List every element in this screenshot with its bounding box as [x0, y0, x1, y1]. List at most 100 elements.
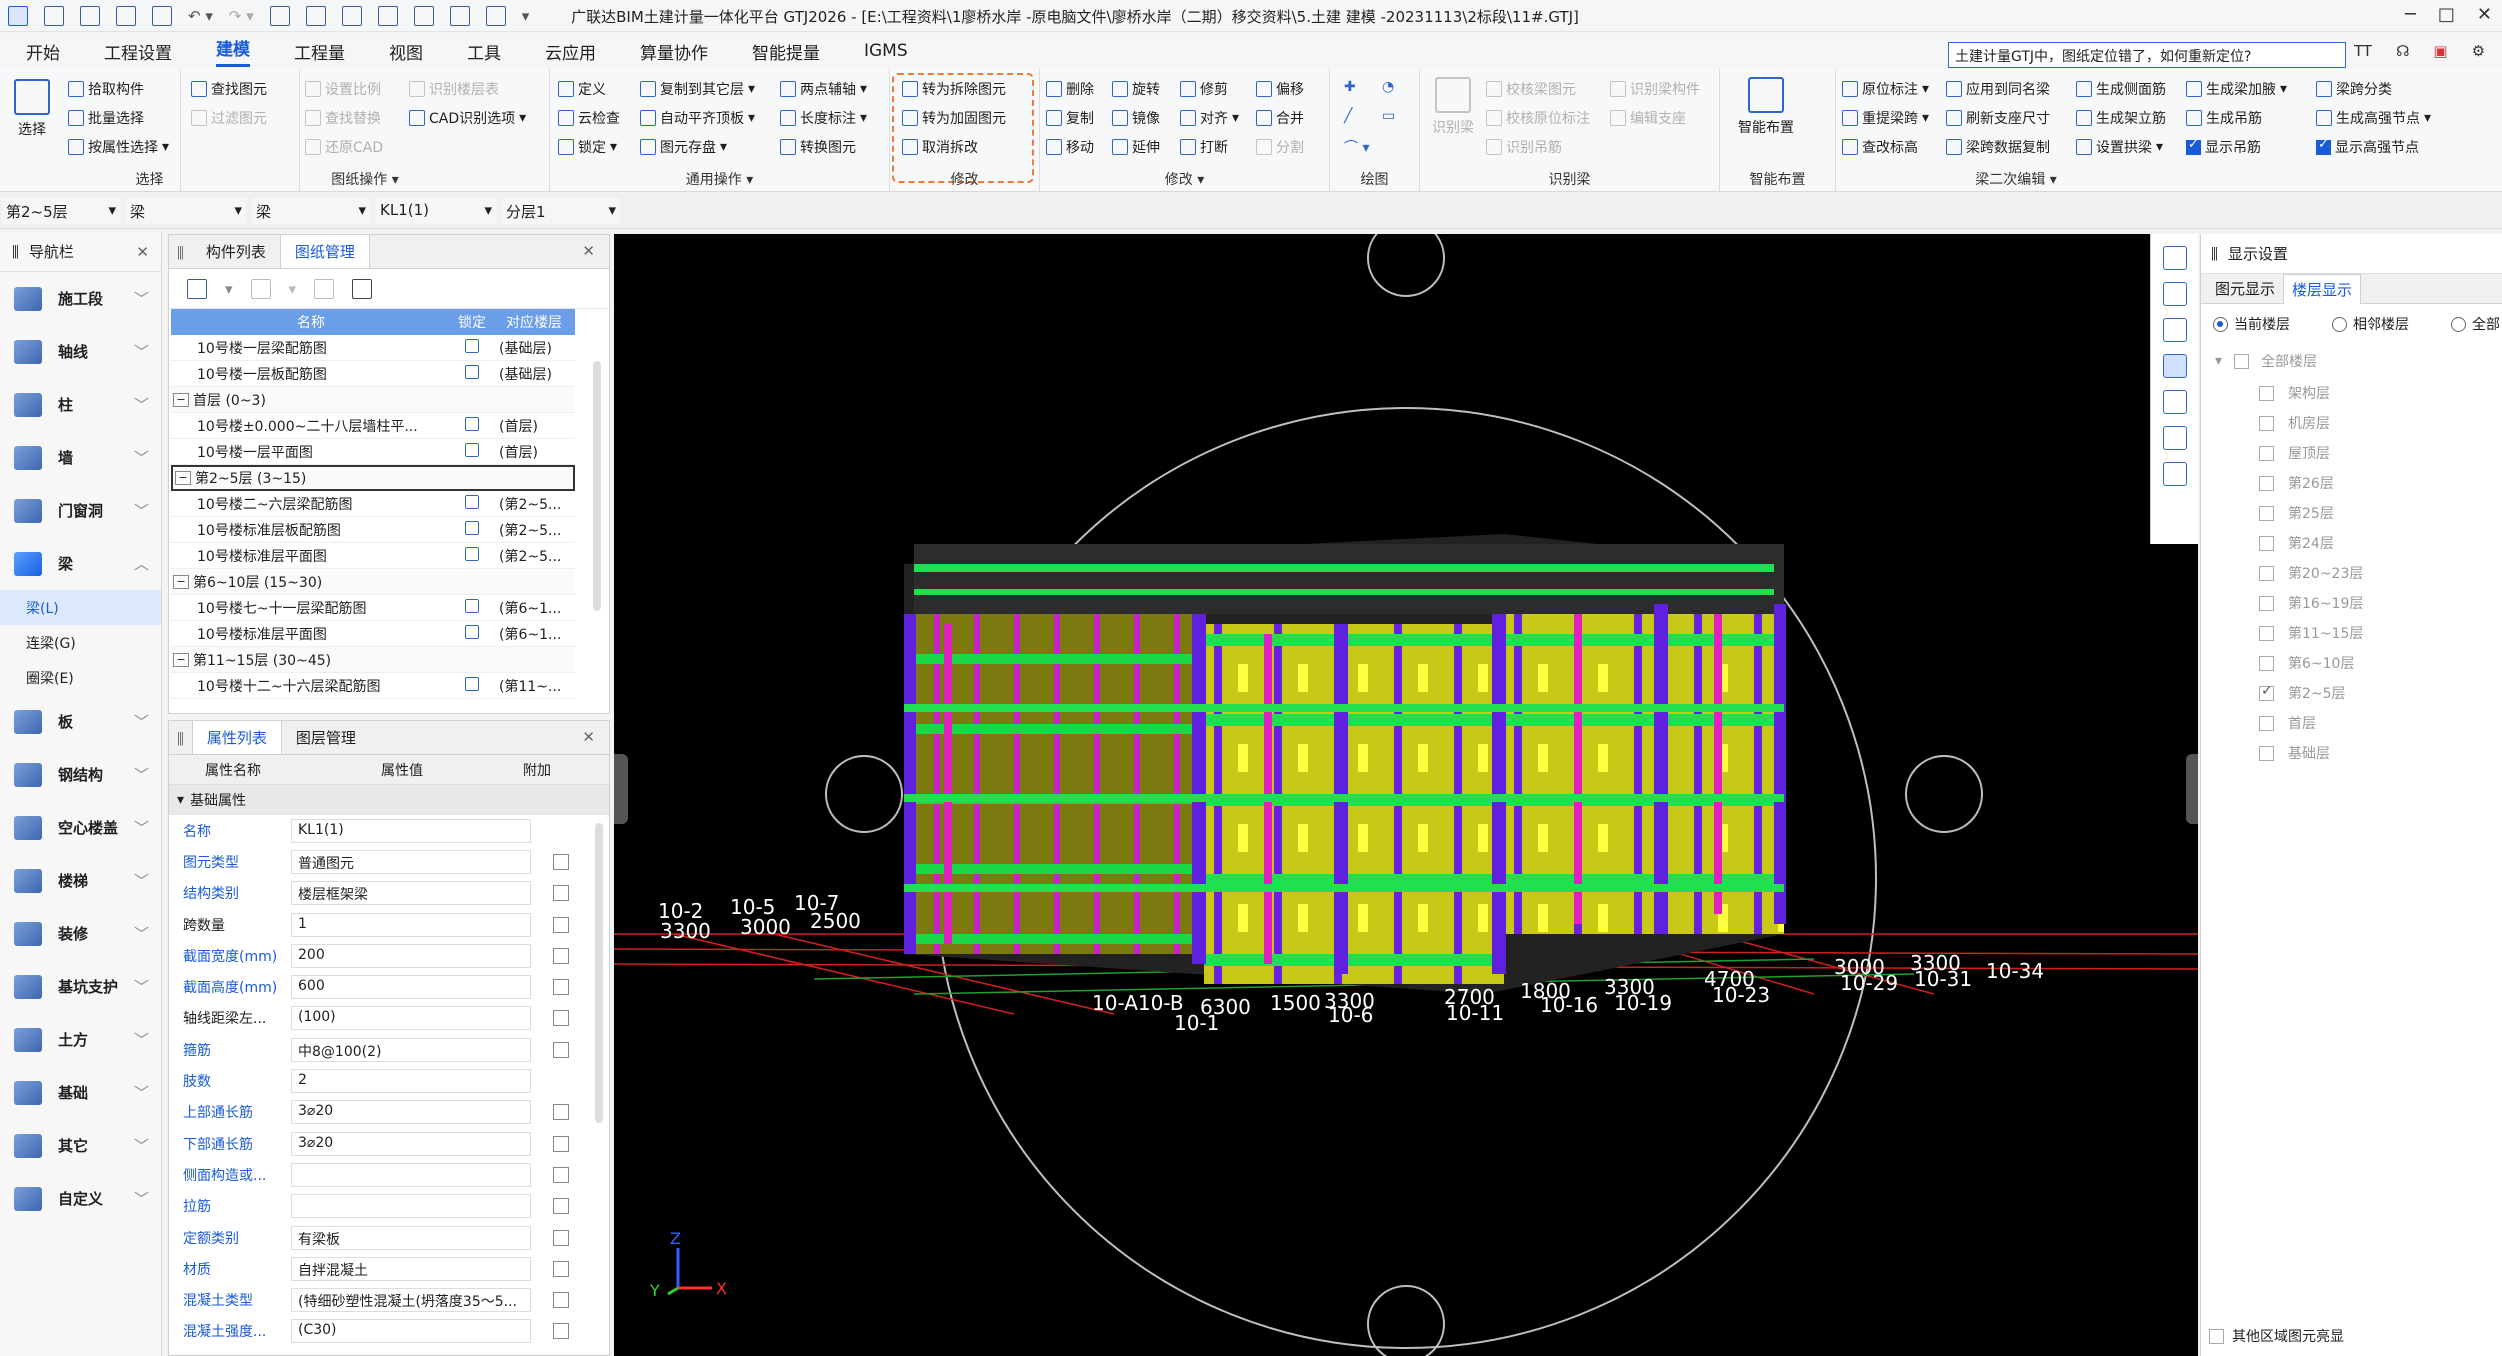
prop-value-field[interactable]: KL1(1) — [291, 818, 531, 843]
tab-tools[interactable]: 工具 — [467, 39, 501, 64]
pin-icon[interactable]: ⫼ — [169, 238, 192, 268]
prop-extra-checkbox[interactable] — [553, 1323, 569, 1340]
prop-section-basic[interactable]: ▾ 基础属性 — [169, 785, 609, 815]
prop-extra-checkbox[interactable] — [553, 1041, 569, 1058]
prop-extra-checkbox[interactable] — [553, 1229, 569, 1246]
orbit-handle-left[interactable] — [825, 755, 903, 833]
tab-element-display[interactable]: 图元显示 — [2207, 274, 2283, 303]
radio-all-floors[interactable] — [2451, 316, 2466, 332]
draw-line-button[interactable]: ╱ — [1344, 108, 1352, 124]
smart-layout-button[interactable]: 智能布置 — [1738, 77, 1794, 137]
floor-select[interactable]: 第2~5层 ▾ — [2, 198, 120, 224]
nav-item[interactable]: 钢结构 ﹀ — [0, 748, 161, 801]
radio-current-floor[interactable] — [2213, 316, 2228, 332]
collapse-icon[interactable]: − — [175, 471, 191, 485]
solid-view-icon[interactable] — [2162, 354, 2187, 378]
nav-item[interactable]: 门窗洞 ﹀ — [0, 484, 161, 537]
prop-extra-checkbox[interactable] — [553, 1166, 569, 1183]
cad-recognize-options-button[interactable]: CAD识别选项 ▾ — [409, 108, 526, 128]
nav-item[interactable]: 施工段 ﹀ — [0, 272, 161, 325]
draw-arc-button[interactable]: ⌒ ▾ — [1344, 137, 1369, 157]
orbit-view-icon[interactable] — [2162, 246, 2187, 270]
minimize-icon[interactable]: ─ — [2405, 4, 2416, 25]
type-select[interactable]: 梁 ▾ — [126, 198, 246, 224]
close-icon[interactable]: ✕ — [2477, 4, 2492, 25]
nav-item[interactable]: 土方 ﹀ — [0, 1013, 161, 1066]
find-element-button[interactable]: 查找图元 — [191, 79, 267, 99]
break-button[interactable]: 打断 — [1180, 137, 1228, 157]
orbit-handle-right[interactable] — [1905, 755, 1983, 833]
prop-extra-checkbox[interactable] — [553, 947, 569, 964]
tab-collab[interactable]: 算量协作 — [640, 39, 708, 64]
trim-button[interactable]: 修剪 — [1180, 79, 1228, 99]
tab-drawing-management[interactable]: 图纸管理 — [279, 234, 370, 268]
copy-to-other-floor-button[interactable]: 复制到其它层 ▾ — [640, 79, 755, 99]
highlight-other-area[interactable]: 其他区域图元亮显 — [2209, 1326, 2344, 1346]
prop-value-field[interactable]: 中8@100(2) — [291, 1037, 531, 1062]
gen-haunch-button[interactable]: 生成梁加腋 ▾ — [2186, 79, 2287, 99]
headset-icon[interactable]: ☊ — [2396, 42, 2409, 60]
drawing-row[interactable]: 10号楼一层板配筋图 (基础层) — [171, 361, 575, 387]
recognize-beam-component-button[interactable]: 识别梁构件 — [1610, 79, 1700, 99]
nav-sub-item[interactable]: 连梁(G) — [0, 625, 161, 660]
draw-point-button[interactable]: ✚ — [1344, 79, 1356, 95]
copy-button[interactable]: 复制 — [1046, 108, 1094, 128]
collapse-icon[interactable]: − — [173, 652, 189, 667]
locate-drawing-icon[interactable] — [314, 278, 335, 299]
mirror-button[interactable]: 镜像 — [1112, 108, 1160, 128]
3d-box-icon[interactable] — [2162, 318, 2187, 342]
in-place-annotation-button[interactable]: 原位标注 ▾ — [1842, 79, 1929, 99]
drawing-row[interactable]: 10号楼±0.000~二十八层墙柱平... (首层) — [171, 413, 575, 439]
show-hanger-checkbox[interactable]: 显示吊筋 — [2186, 137, 2261, 157]
floor-item[interactable]: 机房层 — [2201, 408, 2502, 438]
prop-value-field[interactable]: 200 — [291, 943, 531, 968]
close-icon[interactable]: ✕ — [582, 242, 595, 260]
pin-icon[interactable]: ⫼ — [169, 724, 192, 754]
drawing-row[interactable]: 10号楼十二~十六层梁配筋图 (第11~... — [171, 673, 575, 699]
prop-extra-checkbox[interactable] — [553, 885, 569, 902]
drawing-group-row[interactable]: − 第2~5层 (3~15) — [171, 465, 575, 491]
lock-icon[interactable] — [451, 598, 493, 617]
prop-extra-checkbox[interactable] — [553, 1104, 569, 1121]
tab-smart-extract[interactable]: 智能提量 — [752, 39, 820, 64]
lock-icon[interactable] — [451, 338, 493, 357]
tab-quantity[interactable]: 工程量 — [294, 39, 345, 64]
lock-icon[interactable] — [451, 364, 493, 383]
collapse-icon[interactable]: − — [173, 574, 189, 589]
drawing-row[interactable]: 10号楼标准层板配筋图 (第2~5... — [171, 517, 575, 543]
radio-adjacent-floor[interactable] — [2332, 316, 2347, 332]
2d-view-icon[interactable] — [2162, 282, 2187, 306]
drawing-group-row[interactable]: − 第6~10层 (15~30) — [171, 569, 575, 595]
floor-item[interactable]: 第20~23层 — [2201, 558, 2502, 588]
find-replace-button[interactable]: 查找替换 — [305, 108, 381, 128]
prop-extra-checkbox[interactable] — [553, 916, 569, 933]
nav-item[interactable]: 其它 ﹀ — [0, 1119, 161, 1172]
floor-item[interactable]: 第26层 — [2201, 468, 2502, 498]
maximize-icon[interactable]: □ — [2438, 4, 2455, 25]
define-button[interactable]: 定义 — [558, 79, 606, 99]
checkbox-icon[interactable] — [2259, 565, 2274, 581]
select-by-attr-button[interactable]: 按属性选择 ▾ — [68, 137, 169, 157]
cloud-check-button[interactable]: 云检查 — [558, 108, 620, 128]
prop-scrollbar[interactable] — [595, 823, 603, 1123]
element-save-button[interactable]: 图元存盘 ▾ — [640, 137, 727, 157]
floor-item[interactable]: 第16~19层 — [2201, 588, 2502, 618]
edit-support-button[interactable]: 编辑支座 — [1610, 108, 1686, 128]
gen-high-strength-node-button[interactable]: 生成高强节点 ▾ — [2316, 108, 2431, 128]
prop-value-field[interactable]: (C30) — [291, 1319, 531, 1344]
length-dim-button[interactable]: 长度标注 ▾ — [780, 108, 867, 128]
drawing-group-row[interactable]: − 首层 (0~3) — [171, 387, 575, 413]
lock-icon[interactable] — [451, 624, 493, 643]
prop-value-field[interactable]: 有梁板 — [291, 1225, 531, 1250]
drawing-row[interactable]: 10号楼二~六层梁配筋图 (第2~5... — [171, 491, 575, 517]
tab-property-list[interactable]: 属性列表 — [191, 720, 282, 754]
draw-rect-button[interactable]: ▭ — [1382, 108, 1395, 124]
chevron-down-icon[interactable]: ▾ — [225, 280, 233, 298]
check-annotation-button[interactable]: 校核原位标注 — [1486, 108, 1590, 128]
restore-cad-button[interactable]: 还原CAD — [305, 137, 383, 157]
prop-value-field[interactable]: 3⌀20 — [291, 1100, 531, 1125]
floor-item[interactable]: 屋顶层 — [2201, 438, 2502, 468]
prop-extra-checkbox[interactable] — [553, 1292, 569, 1309]
span-data-copy-button[interactable]: 梁跨数据复制 — [1946, 137, 2050, 157]
delete-button[interactable]: 删除 — [1046, 79, 1094, 99]
